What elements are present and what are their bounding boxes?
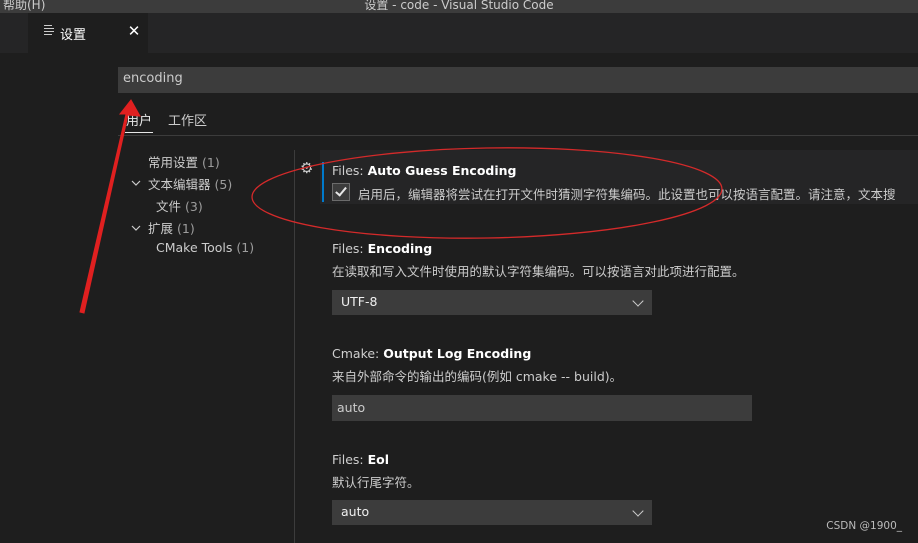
select-value: auto <box>341 504 370 519</box>
setting-eol: Files: Eol 默认行尾字符。 <box>332 452 420 491</box>
search-input[interactable] <box>123 71 903 86</box>
toc-item-label: 文本编辑器 <box>148 177 211 192</box>
settings-list-icon <box>44 25 54 35</box>
setting-name: Eol <box>367 452 390 467</box>
toc-item-label: 常用设置 <box>148 155 199 170</box>
chevron-down-icon <box>632 295 644 307</box>
tab-user[interactable]: 用户 <box>126 110 152 129</box>
close-icon[interactable]: ✕ <box>126 21 142 41</box>
chevron-down-icon[interactable] <box>131 178 141 189</box>
toc-item-files[interactable]: 文件 (3) <box>156 196 203 215</box>
active-tab-underline <box>125 132 153 133</box>
setting-category: Files: <box>332 241 368 256</box>
setting-name: Encoding <box>367 241 433 256</box>
setting-description-wrap: 启用后，编辑器将尝试在打开文件时猜测字符集编码。此设置也可以按语言配置。请注意，… <box>358 184 896 203</box>
toc-item-count: (1) <box>236 240 255 255</box>
select-value: UTF-8 <box>341 294 378 309</box>
toc-item-extensions[interactable]: 扩展 (1) <box>148 218 195 237</box>
setting-name: Output Log Encoding <box>383 346 532 361</box>
setting-title: Files: Auto Guess Encoding <box>332 163 517 178</box>
setting-encoding: Files: Encoding 在读取和写入文件时使用的默认字符集编码。可以按语… <box>332 241 745 280</box>
setting-description: 默认行尾字符。 <box>332 475 420 490</box>
toc-item-count: (1) <box>202 155 220 170</box>
window-title: 设置 - code - Visual Studio Code <box>364 0 554 12</box>
watermark: CSDN @1900_ <box>826 520 902 532</box>
gear-icon[interactable]: ⚙ <box>300 161 313 176</box>
setting-title: Files: Eol <box>332 452 420 467</box>
toc-item-cmake-tools[interactable]: CMake Tools (1) <box>156 240 254 255</box>
setting-description: 来自外部命令的输出的编码(例如 cmake -- build)。 <box>332 369 623 384</box>
setting-title: Cmake: Output Log Encoding <box>332 346 622 361</box>
setting-cmake-output-log-encoding: Cmake: Output Log Encoding 来自外部命令的输出的编码(… <box>332 346 622 385</box>
toc-item-count: (3) <box>185 199 203 214</box>
setting-category: Files: <box>332 163 368 178</box>
cmake-log-encoding-input[interactable]: auto <box>332 395 752 421</box>
auto-guess-encoding-checkbox[interactable] <box>332 183 350 201</box>
toc-item-count: (5) <box>214 177 233 192</box>
toc-divider <box>294 150 295 543</box>
tab-bar: 设置 ✕ <box>0 13 918 53</box>
tab-workspace[interactable]: 工作区 <box>168 110 207 129</box>
setting-name: Auto Guess Encoding <box>367 163 517 178</box>
setting-category: Files: <box>332 452 368 467</box>
toc-item-label: 文件 <box>156 199 182 214</box>
search-box[interactable] <box>118 67 918 93</box>
input-value: auto <box>337 400 366 415</box>
eol-select[interactable]: auto <box>332 500 652 525</box>
chevron-down-icon[interactable] <box>131 223 141 234</box>
title-bar: 帮助(H) 设置 - code - Visual Studio Code <box>0 0 918 13</box>
scope-tabs: 用户 工作区 <box>118 104 918 136</box>
setting-description: 在读取和写入文件时使用的默认字符集编码。可以按语言对此项进行配置。 <box>332 264 745 279</box>
setting-title: Files: Encoding <box>332 241 745 256</box>
toc-item-text-editor[interactable]: 文本编辑器 (5) <box>148 174 232 193</box>
setting-category: Cmake: <box>332 346 384 361</box>
encoding-select[interactable]: UTF-8 <box>332 290 652 315</box>
setting-description: 启用后，编辑器将尝试在打开文件时猜测字符集编码。此设置也可以按语言配置。请注意，… <box>358 187 896 202</box>
check-icon <box>335 184 347 197</box>
toc-item-label: 扩展 <box>148 221 174 236</box>
setting-focus-indicator <box>322 162 324 202</box>
tab-label: 设置 <box>60 28 87 43</box>
tab-settings[interactable]: 设置 ✕ <box>28 13 148 53</box>
toc-item-count: (1) <box>177 221 195 236</box>
chevron-down-icon <box>632 505 644 517</box>
setting-auto-guess-encoding: Files: Auto Guess Encoding <box>332 163 517 178</box>
toc-item-label: CMake Tools <box>156 240 233 255</box>
toc-item-common[interactable]: 常用设置 (1) <box>148 152 220 171</box>
